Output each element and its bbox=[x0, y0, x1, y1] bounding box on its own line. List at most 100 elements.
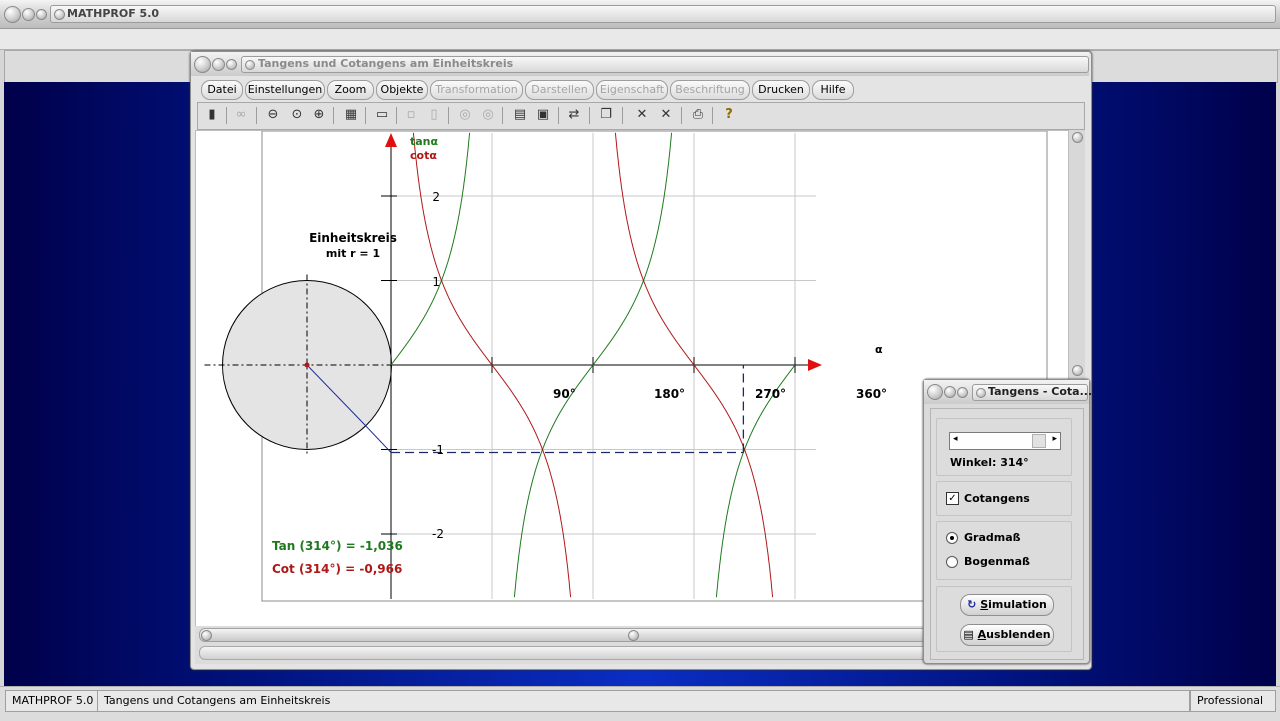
menu-einstellungen[interactable]: Einstellungen bbox=[245, 80, 325, 100]
tan-readout: Tan (314°) = -1,036 bbox=[272, 539, 403, 553]
toolbar-separator bbox=[681, 107, 682, 124]
help-icon[interactable]: ? bbox=[720, 106, 738, 124]
menu-hilfe[interactable]: Hilfe bbox=[812, 80, 854, 100]
x-tick-270: 270° bbox=[755, 387, 786, 401]
x-tick-360: 360° bbox=[856, 387, 887, 401]
app-title: MATHPROF 5.0 bbox=[67, 7, 160, 20]
table-icon[interactable]: ▤ bbox=[511, 106, 529, 124]
vscroll-thumb[interactable] bbox=[1072, 365, 1083, 376]
circle-subtitle: mit r = 1 bbox=[326, 247, 380, 260]
radio-dot bbox=[950, 536, 954, 540]
delete-icon[interactable]: ✕ bbox=[633, 106, 651, 124]
tool-title: Tangens - Cota... bbox=[988, 385, 1093, 398]
slider-right-arrow-icon[interactable]: ▸ bbox=[1052, 434, 1057, 444]
slider-thumb[interactable] bbox=[1032, 434, 1047, 448]
transfer-icon[interactable]: ⇄ bbox=[565, 106, 583, 124]
radio-bogenmass[interactable] bbox=[946, 556, 958, 568]
app-title-bar: MATHPROF 5.0 bbox=[0, 0, 1280, 29]
simulation-label: imulation bbox=[988, 598, 1047, 611]
cotangens-group: ✓ Cotangens bbox=[936, 481, 1072, 516]
delete-all-icon[interactable]: ✕ bbox=[657, 106, 675, 124]
angle-group: ◂ ▸ Winkel: 314° bbox=[936, 418, 1072, 476]
angle-slider[interactable]: ◂ ▸ bbox=[949, 432, 1061, 450]
toolbar: ▮ ∞ ⊖ ⊙ ⊕ ▦ ▭ ▫ ▯ ◎ ◎ ▤ ▣ ⇄ ❐ ✕ ✕ ⎙ ? bbox=[197, 102, 1085, 130]
menu-darstellen[interactable]: Darstellen bbox=[525, 80, 594, 100]
toolbar-separator bbox=[589, 107, 590, 124]
legend-cot: cotα bbox=[410, 149, 437, 162]
rotate-left-icon[interactable]: ◎ bbox=[456, 106, 474, 124]
zoom-out-icon[interactable]: ⊖ bbox=[264, 106, 282, 124]
doc-maximize-bubble-icon[interactable] bbox=[226, 59, 237, 70]
rotate-right-icon[interactable]: ◎ bbox=[479, 106, 497, 124]
toolbar-separator bbox=[558, 107, 559, 124]
doc-minimize-bubble-icon[interactable] bbox=[212, 58, 225, 71]
toolbar-separator bbox=[448, 107, 449, 124]
simulation-accel: S bbox=[980, 598, 989, 611]
doc-title: Tangens und Cotangens am Einheitskreis bbox=[258, 57, 514, 70]
tool-title-bar: Tangens - Cota... bbox=[924, 380, 1092, 404]
tool-minimize-bubble-icon[interactable] bbox=[944, 386, 956, 398]
hscroll-thumb[interactable] bbox=[628, 630, 639, 641]
menu-zoom[interactable]: Zoom bbox=[327, 80, 374, 100]
tool-close-bubble-icon[interactable] bbox=[927, 384, 943, 400]
app-menu-band bbox=[0, 29, 1280, 50]
cotangens-label: Cotangens bbox=[964, 492, 1030, 505]
menu-beschriftung[interactable]: Beschriftung bbox=[670, 80, 750, 100]
app-minimize-bubble-icon[interactable] bbox=[22, 8, 35, 21]
zoom-in-icon[interactable]: ⊕ bbox=[310, 106, 328, 124]
toolbar-separator bbox=[333, 107, 334, 124]
menu-datei[interactable]: Datei bbox=[201, 80, 243, 100]
status-document: Tangens und Cotangens am Einheitskreis bbox=[97, 690, 1190, 712]
vscroll-up-bubble-icon[interactable] bbox=[1072, 132, 1083, 143]
x-tick-90: 90° bbox=[553, 387, 576, 401]
zoom-reset-icon[interactable]: ⊙ bbox=[288, 106, 306, 124]
simulation-button[interactable]: ↻ Simulation bbox=[960, 594, 1054, 616]
ausblenden-button[interactable]: ▤ Ausblenden bbox=[960, 624, 1054, 646]
y-tick-minus-2: -2 bbox=[432, 527, 444, 541]
app-title-dot-icon bbox=[54, 9, 65, 20]
cot-readout: Cot (314°) = -0,966 bbox=[272, 562, 402, 576]
y-tick-1: 1 bbox=[432, 275, 440, 289]
refresh-icon: ↻ bbox=[967, 598, 977, 611]
app-close-bubble-icon[interactable] bbox=[4, 6, 21, 23]
toolbar-separator bbox=[622, 107, 623, 124]
doc-close-bubble-icon[interactable] bbox=[194, 56, 211, 73]
cotangens-checkbox[interactable]: ✓ bbox=[946, 492, 959, 505]
hscroll-left-bubble-icon[interactable] bbox=[201, 630, 212, 641]
export-table-icon[interactable]: ▣ bbox=[534, 106, 552, 124]
menu-eigenschaft[interactable]: Eigenschaft bbox=[596, 80, 668, 100]
glasses-icon[interactable]: ∞ bbox=[232, 106, 250, 124]
menu-objekte[interactable]: Objekte bbox=[376, 80, 428, 100]
doc-title-dot-icon bbox=[245, 60, 255, 70]
circle-title: Einheitskreis bbox=[309, 231, 397, 245]
menu-transformation[interactable]: Transformation bbox=[430, 80, 523, 100]
calculator-icon[interactable]: ▮ bbox=[203, 106, 221, 124]
doc-title-bar: Tangens und Cotangens am Einheitskreis bbox=[191, 52, 1089, 76]
radio-bogenmass-label: Bogenmaß bbox=[964, 555, 1030, 568]
status-app: MATHPROF 5.0 bbox=[5, 690, 98, 712]
unit-circle-group bbox=[204, 274, 392, 456]
ausblenden-label: usblenden bbox=[986, 628, 1051, 641]
properties-icon[interactable]: ▦ bbox=[342, 106, 360, 124]
tool-title-box: Tangens - Cota... bbox=[972, 384, 1092, 401]
radio-gradmass-label: Gradmaß bbox=[964, 531, 1021, 544]
angle-label: Winkel: 314° bbox=[950, 456, 1029, 469]
print-icon[interactable]: ⎙ bbox=[689, 106, 707, 124]
window-layout-icon[interactable]: ▭ bbox=[373, 106, 391, 124]
object-list-icon[interactable]: ▯ bbox=[425, 106, 443, 124]
radio-gradmass[interactable] bbox=[946, 532, 958, 544]
menu-bar: Datei Einstellungen Zoom Objekte Transfo… bbox=[197, 79, 1083, 101]
tool-window: Tangens - Cota... ◂ ▸ Winkel: 314° ✓ Cot… bbox=[923, 379, 1092, 664]
unit-group: Gradmaß Bogenmaß bbox=[936, 521, 1072, 580]
copy-icon[interactable]: ❐ bbox=[597, 106, 615, 124]
circle-center-dot bbox=[304, 362, 310, 368]
menu-drucken[interactable]: Drucken bbox=[752, 80, 810, 100]
toolbar-separator bbox=[712, 107, 713, 124]
ausblenden-accel: A bbox=[977, 628, 987, 641]
y-tick-2: 2 bbox=[432, 190, 440, 204]
slider-left-arrow-icon[interactable]: ◂ bbox=[953, 434, 958, 444]
app-maximize-bubble-icon[interactable] bbox=[36, 9, 47, 20]
y-tick-minus-1: -1 bbox=[432, 443, 444, 457]
object-icon[interactable]: ▫ bbox=[402, 106, 420, 124]
tool-maximize-bubble-icon[interactable] bbox=[957, 387, 968, 398]
